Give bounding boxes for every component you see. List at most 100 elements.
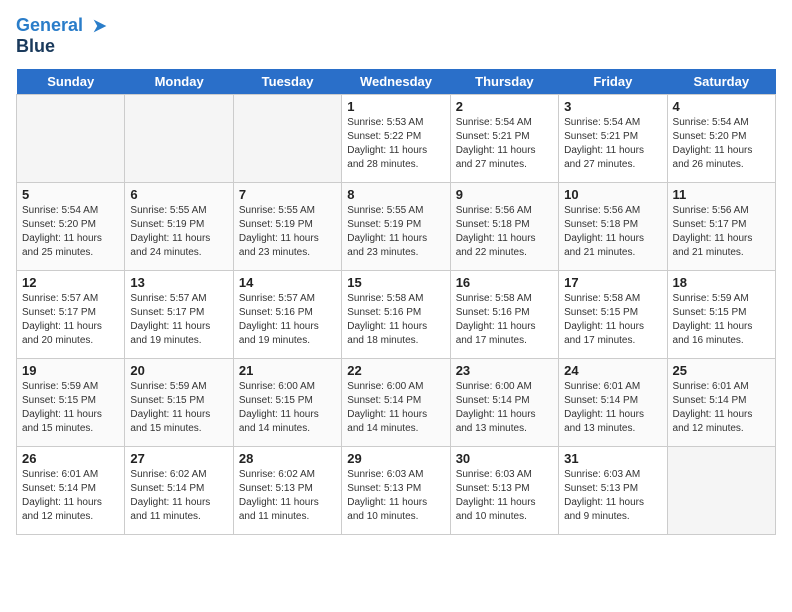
day-header-thursday: Thursday	[450, 69, 558, 95]
day-info: Sunrise: 5:54 AM Sunset: 5:21 PM Dayligh…	[564, 116, 661, 172]
week-row-4: 19 Sunrise: 5:59 AM Sunset: 5:15 PM Dayli…	[17, 359, 776, 447]
day-header-tuesday: Tuesday	[233, 69, 341, 95]
day-header-monday: Monday	[125, 69, 233, 95]
day-number: 1	[347, 99, 444, 114]
day-number: 11	[673, 187, 770, 202]
day-info: Sunrise: 5:57 AM Sunset: 5:17 PM Dayligh…	[22, 292, 119, 348]
day-info: Sunrise: 5:55 AM Sunset: 5:19 PM Dayligh…	[130, 204, 227, 260]
day-cell-2: 2 Sunrise: 5:54 AM Sunset: 5:21 PM Daylig…	[450, 95, 558, 183]
day-cell-18: 18Sunrise: 5:59 AM Sunset: 5:15 PM Dayli…	[667, 271, 775, 359]
day-info: Sunrise: 6:01 AM Sunset: 5:14 PM Dayligh…	[22, 468, 119, 524]
day-info: Sunrise: 5:53 AM Sunset: 5:22 PM Dayligh…	[347, 116, 444, 172]
day-info: Sunrise: 5:54 AM Sunset: 5:20 PM Dayligh…	[673, 116, 770, 172]
days-header-row: SundayMondayTuesdayWednesdayThursdayFrid…	[17, 69, 776, 95]
day-info: Sunrise: 6:03 AM Sunset: 5:13 PM Dayligh…	[347, 468, 444, 524]
day-header-sunday: Sunday	[17, 69, 125, 95]
day-info: Sunrise: 6:01 AM Sunset: 5:14 PM Dayligh…	[673, 380, 770, 436]
day-info: Sunrise: 5:56 AM Sunset: 5:17 PM Dayligh…	[673, 204, 770, 260]
day-cell-4: 4 Sunrise: 5:54 AM Sunset: 5:20 PM Daylig…	[667, 95, 775, 183]
day-number: 29	[347, 451, 444, 466]
day-cell-10: 10 Sunrise: 5:56 AM Sunset: 5:18 PM Dayli…	[559, 183, 667, 271]
day-number: 19	[22, 363, 119, 378]
day-number: 30	[456, 451, 553, 466]
day-number: 18	[673, 275, 770, 290]
day-cell-12: 12 Sunrise: 5:57 AM Sunset: 5:17 PM Dayli…	[17, 271, 125, 359]
day-number: 20	[130, 363, 227, 378]
day-number: 8	[347, 187, 444, 202]
page-header: General Blue	[16, 16, 776, 57]
empty-cell	[233, 95, 341, 183]
week-row-2: 5 Sunrise: 5:54 AM Sunset: 5:20 PM Daylig…	[17, 183, 776, 271]
day-number: 15	[347, 275, 444, 290]
day-cell-13: 13Sunrise: 5:57 AM Sunset: 5:17 PM Dayli…	[125, 271, 233, 359]
day-cell-31: 31Sunrise: 6:03 AM Sunset: 5:13 PM Dayli…	[559, 447, 667, 535]
day-cell-5: 5 Sunrise: 5:54 AM Sunset: 5:20 PM Daylig…	[17, 183, 125, 271]
day-cell-16: 16Sunrise: 5:58 AM Sunset: 5:16 PM Dayli…	[450, 271, 558, 359]
day-header-friday: Friday	[559, 69, 667, 95]
day-number: 22	[347, 363, 444, 378]
day-cell-8: 8 Sunrise: 5:55 AM Sunset: 5:19 PM Daylig…	[342, 183, 450, 271]
day-cell-25: 25 Sunrise: 6:01 AM Sunset: 5:14 PM Dayli…	[667, 359, 775, 447]
day-cell-30: 30 Sunrise: 6:03 AM Sunset: 5:13 PM Dayli…	[450, 447, 558, 535]
day-number: 12	[22, 275, 119, 290]
logo-icon	[90, 16, 110, 36]
day-cell-1: 1 Sunrise: 5:53 AM Sunset: 5:22 PM Daylig…	[342, 95, 450, 183]
day-info: Sunrise: 5:59 AM Sunset: 5:15 PM Dayligh…	[22, 380, 119, 436]
empty-cell	[17, 95, 125, 183]
day-cell-21: 21 Sunrise: 6:00 AM Sunset: 5:15 PM Dayli…	[233, 359, 341, 447]
day-header-saturday: Saturday	[667, 69, 775, 95]
day-header-wednesday: Wednesday	[342, 69, 450, 95]
day-info: Sunrise: 6:02 AM Sunset: 5:14 PM Dayligh…	[130, 468, 227, 524]
day-info: Sunrise: 5:56 AM Sunset: 5:18 PM Dayligh…	[564, 204, 661, 260]
day-cell-24: 24Sunrise: 6:01 AM Sunset: 5:14 PM Dayli…	[559, 359, 667, 447]
empty-cell	[667, 447, 775, 535]
day-number: 27	[130, 451, 227, 466]
day-number: 6	[130, 187, 227, 202]
logo-text: General	[16, 16, 110, 36]
day-number: 16	[456, 275, 553, 290]
day-cell-27: 27 Sunrise: 6:02 AM Sunset: 5:14 PM Dayli…	[125, 447, 233, 535]
day-info: Sunrise: 5:58 AM Sunset: 5:15 PM Dayligh…	[564, 292, 661, 348]
day-cell-3: 3 Sunrise: 5:54 AM Sunset: 5:21 PM Daylig…	[559, 95, 667, 183]
day-number: 24	[564, 363, 661, 378]
day-info: Sunrise: 6:00 AM Sunset: 5:14 PM Dayligh…	[347, 380, 444, 436]
day-number: 2	[456, 99, 553, 114]
day-number: 28	[239, 451, 336, 466]
day-number: 3	[564, 99, 661, 114]
day-number: 9	[456, 187, 553, 202]
day-info: Sunrise: 5:57 AM Sunset: 5:17 PM Dayligh…	[130, 292, 227, 348]
logo-blue: Blue	[16, 36, 110, 57]
day-info: Sunrise: 5:55 AM Sunset: 5:19 PM Dayligh…	[347, 204, 444, 260]
day-info: Sunrise: 6:03 AM Sunset: 5:13 PM Dayligh…	[456, 468, 553, 524]
day-info: Sunrise: 5:58 AM Sunset: 5:16 PM Dayligh…	[347, 292, 444, 348]
day-number: 21	[239, 363, 336, 378]
day-info: Sunrise: 5:54 AM Sunset: 5:21 PM Dayligh…	[456, 116, 553, 172]
day-info: Sunrise: 6:03 AM Sunset: 5:13 PM Dayligh…	[564, 468, 661, 524]
day-number: 14	[239, 275, 336, 290]
week-row-5: 26 Sunrise: 6:01 AM Sunset: 5:14 PM Dayli…	[17, 447, 776, 535]
week-row-3: 12 Sunrise: 5:57 AM Sunset: 5:17 PM Dayli…	[17, 271, 776, 359]
day-info: Sunrise: 5:54 AM Sunset: 5:20 PM Dayligh…	[22, 204, 119, 260]
day-number: 23	[456, 363, 553, 378]
day-number: 25	[673, 363, 770, 378]
day-info: Sunrise: 5:59 AM Sunset: 5:15 PM Dayligh…	[130, 380, 227, 436]
day-cell-7: 7Sunrise: 5:55 AM Sunset: 5:19 PM Daylig…	[233, 183, 341, 271]
calendar-table: SundayMondayTuesdayWednesdayThursdayFrid…	[16, 69, 776, 535]
day-number: 5	[22, 187, 119, 202]
day-cell-11: 11 Sunrise: 5:56 AM Sunset: 5:17 PM Dayli…	[667, 183, 775, 271]
empty-cell	[125, 95, 233, 183]
day-cell-9: 9 Sunrise: 5:56 AM Sunset: 5:18 PM Daylig…	[450, 183, 558, 271]
day-number: 4	[673, 99, 770, 114]
day-cell-26: 26 Sunrise: 6:01 AM Sunset: 5:14 PM Dayli…	[17, 447, 125, 535]
day-number: 17	[564, 275, 661, 290]
day-cell-6: 6 Sunrise: 5:55 AM Sunset: 5:19 PM Daylig…	[125, 183, 233, 271]
day-cell-14: 14Sunrise: 5:57 AM Sunset: 5:16 PM Dayli…	[233, 271, 341, 359]
day-cell-17: 17 Sunrise: 5:58 AM Sunset: 5:15 PM Dayli…	[559, 271, 667, 359]
day-number: 10	[564, 187, 661, 202]
day-info: Sunrise: 6:00 AM Sunset: 5:14 PM Dayligh…	[456, 380, 553, 436]
day-number: 7	[239, 187, 336, 202]
day-info: Sunrise: 5:56 AM Sunset: 5:18 PM Dayligh…	[456, 204, 553, 260]
day-number: 26	[22, 451, 119, 466]
day-info: Sunrise: 6:00 AM Sunset: 5:15 PM Dayligh…	[239, 380, 336, 436]
day-cell-29: 29 Sunrise: 6:03 AM Sunset: 5:13 PM Dayli…	[342, 447, 450, 535]
